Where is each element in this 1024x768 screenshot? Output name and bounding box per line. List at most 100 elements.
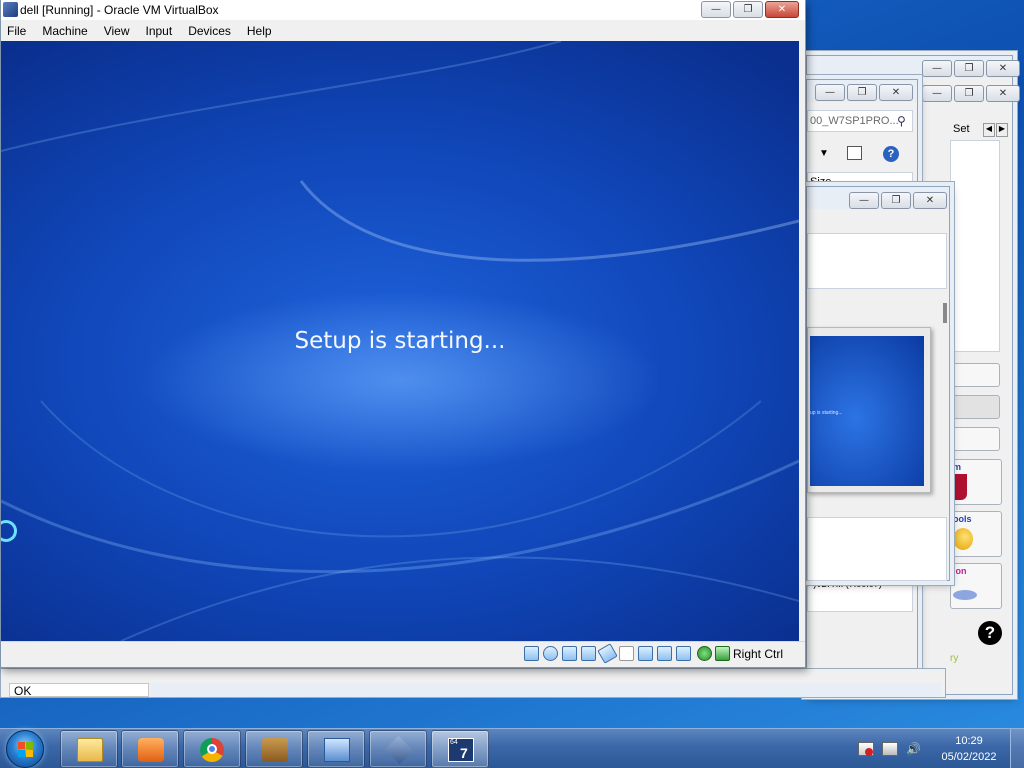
- taskbar-media-player[interactable]: [121, 730, 179, 768]
- views-dropdown-icon[interactable]: ▼: [819, 148, 829, 159]
- list-panel: [950, 140, 1000, 352]
- action-center-icon[interactable]: [858, 742, 874, 756]
- background-window-dialog[interactable]: — ❐ ✕ up is starting...: [806, 186, 950, 581]
- audio-icon[interactable]: [562, 646, 577, 661]
- optical-drive-icon[interactable]: [543, 646, 558, 661]
- status-strip-fill: [151, 683, 941, 697]
- tile-item-2[interactable]: ools: [950, 511, 1002, 557]
- system-clock[interactable]: 10:29 05/02/2022: [936, 733, 1002, 765]
- preview-pane-icon[interactable]: [847, 146, 862, 160]
- help-icon[interactable]: ?: [883, 146, 899, 162]
- close-button[interactable]: ✕: [765, 1, 799, 18]
- taskbar-remote-desktop[interactable]: [307, 730, 365, 768]
- windows-logo-part: [26, 742, 33, 749]
- dialog-scrollbar-thumb[interactable]: [943, 303, 947, 323]
- windows7-64bit-icon: 64 7: [448, 738, 474, 762]
- close-button[interactable]: ✕: [986, 85, 1020, 102]
- tile-graphic-1: [955, 474, 967, 500]
- minimize-button[interactable]: —: [815, 84, 845, 101]
- close-button[interactable]: ✕: [913, 192, 947, 209]
- video-capture-icon[interactable]: [657, 646, 672, 661]
- hard-disk-icon[interactable]: [524, 646, 539, 661]
- chrome-icon-center: [207, 744, 217, 754]
- tab-scroll-left-button[interactable]: ◀: [983, 123, 995, 137]
- help-icon[interactable]: ?: [978, 621, 1002, 645]
- minimize-button[interactable]: —: [922, 85, 952, 102]
- tile-label-2: ools: [953, 514, 972, 524]
- restore-button[interactable]: ❐: [847, 84, 877, 101]
- restore-button[interactable]: ❐: [881, 192, 911, 209]
- vm-caption-buttons: — ❐ ✕: [701, 1, 799, 18]
- virtualbox-icon: [384, 735, 414, 765]
- search-icon[interactable]: ⚲: [897, 114, 906, 128]
- restore-button[interactable]: ❐: [954, 60, 984, 77]
- minimize-button[interactable]: —: [922, 60, 952, 77]
- clock-time: 10:29: [955, 735, 983, 747]
- media-player-icon: [138, 738, 164, 762]
- guest-additions-icon[interactable]: [697, 646, 712, 661]
- setup-status-text: Setup is starting...: [294, 328, 506, 354]
- close-button[interactable]: ✕: [986, 60, 1020, 77]
- set-tab[interactable]: Set: [953, 123, 970, 135]
- tile-label-1: m: [953, 462, 962, 472]
- restore-button[interactable]: ❐: [733, 1, 763, 18]
- host-key-label: Right Ctrl: [733, 647, 784, 661]
- close-button[interactable]: ✕: [879, 84, 913, 101]
- vm-menu-bar: File Machine View Input Devices Help: [1, 20, 805, 41]
- dialog-content-bottom: [807, 517, 947, 581]
- menu-input[interactable]: Input: [146, 24, 181, 38]
- minimize-button[interactable]: —: [849, 192, 879, 209]
- taskbar-windows7-vm[interactable]: 64 7: [431, 730, 489, 768]
- windows-logo-part: [26, 750, 33, 757]
- network-tray-icon[interactable]: [882, 742, 898, 756]
- usb-icon[interactable]: [597, 643, 618, 664]
- clock-date: 05/02/2022: [941, 751, 997, 763]
- start-button[interactable]: [6, 730, 44, 768]
- vm-preview-thumbnail[interactable]: up is starting...: [807, 327, 931, 493]
- vm-title-bar[interactable]: dell [Running] - Oracle VM VirtualBox — …: [1, 0, 805, 20]
- show-desktop-button[interactable]: [1010, 729, 1024, 768]
- virtualbox-vm-window[interactable]: dell [Running] - Oracle VM VirtualBox — …: [0, 0, 806, 668]
- taskbar-chrome[interactable]: [183, 730, 241, 768]
- vm-preview-screen: up is starting...: [810, 336, 924, 486]
- menu-machine[interactable]: Machine: [42, 24, 95, 38]
- display-icon[interactable]: [638, 646, 653, 661]
- menu-view[interactable]: View: [104, 24, 138, 38]
- dialog-content-top: [807, 233, 947, 289]
- taskbar-virtualbox[interactable]: [369, 730, 427, 768]
- vm-guest-display[interactable]: Setup is starting...: [1, 41, 799, 641]
- keyboard-capture-icon[interactable]: [715, 646, 730, 661]
- minimize-button[interactable]: —: [701, 1, 731, 18]
- tile-item-3[interactable]: ion: [950, 563, 1002, 609]
- vm-status-bar: Right Ctrl: [1, 641, 805, 667]
- badge-7: 7: [460, 745, 468, 761]
- volume-icon[interactable]: 🔊: [906, 742, 922, 756]
- menu-help[interactable]: Help: [247, 24, 280, 38]
- explorer-caption-buttons: — ❐ ✕: [815, 84, 913, 101]
- bg-large-caption-buttons: — ❐ ✕: [922, 60, 1020, 77]
- windows-logo-part: [18, 750, 25, 757]
- remote-desktop-icon: [324, 738, 350, 762]
- virtualization-icon[interactable]: [676, 646, 691, 661]
- option-box-3[interactable]: [950, 427, 1000, 451]
- tile-label-3: ion: [953, 566, 967, 576]
- tile-item-1[interactable]: m: [950, 459, 1002, 505]
- tab-scroll-right-button[interactable]: ▶: [996, 123, 1008, 137]
- option-box-2[interactable]: [950, 395, 1000, 419]
- menu-file[interactable]: File: [7, 24, 34, 38]
- bg-large-caption-buttons-2: — ❐ ✕: [922, 85, 1020, 102]
- explorer-search-text: 00_W7SP1PRO...: [810, 115, 899, 127]
- background-window-bottom-strip: OK: [0, 668, 946, 698]
- option-box-1[interactable]: [950, 363, 1000, 387]
- vm-window-title: dell [Running] - Oracle VM VirtualBox: [20, 3, 219, 17]
- network-icon[interactable]: [581, 646, 596, 661]
- menu-devices[interactable]: Devices: [188, 24, 239, 38]
- windows-logo-icon: [18, 742, 25, 749]
- shared-folders-icon[interactable]: [619, 646, 634, 661]
- taskbar-file-explorer[interactable]: [60, 730, 118, 768]
- preview-text: up is starting...: [810, 410, 843, 416]
- badge-64: 64: [450, 739, 458, 746]
- restore-button[interactable]: ❐: [954, 85, 984, 102]
- taskbar-toolbox[interactable]: [245, 730, 303, 768]
- virtualbox-app-icon[interactable]: [3, 2, 18, 17]
